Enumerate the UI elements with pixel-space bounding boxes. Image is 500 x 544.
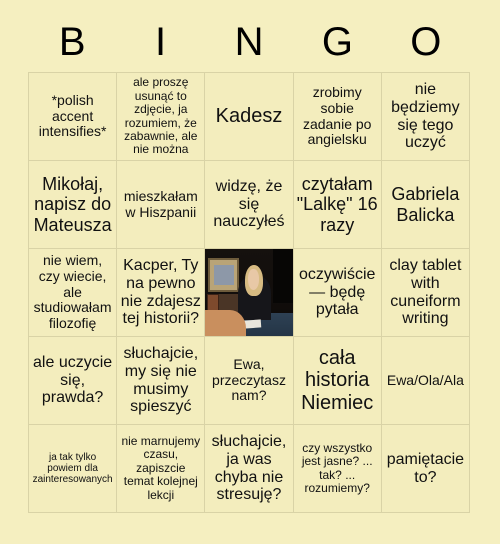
photo-dark-panel (273, 249, 293, 303)
bingo-cell-text: słuchajcie, ja was chyba nie stresuję? (211, 432, 287, 504)
bingo-header: B I N G O (28, 14, 470, 70)
bingo-cell-b2[interactable]: Mikołaj, napisz do Mateusza (29, 161, 118, 249)
photo-papers (243, 319, 262, 329)
bingo-cell-g1[interactable]: zrobimy sobie zadanie po angielsku (293, 73, 382, 161)
photo-table-front (205, 309, 246, 336)
bingo-cell-text: Ewa, przeczytasz nam? (212, 355, 286, 404)
bingo-cell-b5[interactable]: ja tak tylko powiem dla zainteresowanych (29, 425, 118, 513)
bingo-cell-n4[interactable]: Ewa, przeczytasz nam? (205, 337, 294, 425)
bingo-cell-b1[interactable]: *polish accent intensifies* (29, 73, 118, 161)
bingo-cell-i2[interactable]: mieszkałam w Hiszpanii (117, 161, 206, 249)
bingo-letter-b: B (58, 20, 86, 64)
bingo-cell-o5[interactable]: pamiętacie to? (381, 425, 470, 513)
photo-framed-picture (208, 257, 240, 293)
bingo-cell-text: pamiętacie to? (386, 450, 465, 486)
bingo-cell-g3[interactable]: oczywiście — będę pytała (293, 249, 382, 337)
bingo-cell-o3[interactable]: clay tablet with cuneiform writing (381, 249, 470, 337)
bingo-cell-text: oczywiście — będę pytała (298, 265, 376, 319)
bingo-cell-text: nie wiem, czy wiecie, ale studiowałam fi… (33, 252, 112, 331)
bingo-cell-text: czytałam "Lalkę" 16 razy (296, 174, 378, 235)
bingo-cell-g2[interactable]: czytałam "Lalkę" 16 razy (293, 161, 382, 249)
bingo-cell-text: Kacper, Ty na pewno nie zdajesz tej hist… (120, 256, 201, 328)
bingo-cell-text: *polish accent intensifies* (38, 91, 107, 140)
bingo-cell-text: zrobimy sobie zadanie po angielsku (302, 84, 372, 148)
bingo-cell-b3[interactable]: nie wiem, czy wiecie, ale studiowałam fi… (29, 249, 118, 337)
bingo-cell-text: Gabriela Balicka (391, 184, 460, 225)
bingo-letter-n: N (234, 20, 264, 64)
bingo-cell-i5[interactable]: nie marnujemy czasu, zapiszcie temat kol… (117, 425, 206, 513)
bingo-cell-n2[interactable]: widzę, że się nauczyłeś (205, 161, 294, 249)
bingo-letter-i: I (155, 20, 167, 64)
bingo-cell-text: Ewa/Ola/Ala (386, 371, 464, 388)
bingo-cell-text: ale uczycie się, prawda? (33, 353, 113, 407)
bingo-cell-o4[interactable]: Ewa/Ola/Ala (381, 337, 470, 425)
bingo-cell-i1[interactable]: ale proszę usunąć to zdjęcie, ja rozumie… (117, 73, 206, 161)
bingo-card: B I N G O *polish accent intensifies* al… (0, 0, 500, 544)
bingo-cell-g5[interactable]: czy wszystko jest jasne? ... tak? ... ro… (293, 425, 382, 513)
bingo-cell-n3[interactable] (205, 249, 294, 337)
bingo-cell-i3[interactable]: Kacper, Ty na pewno nie zdajesz tej hist… (117, 249, 206, 337)
bingo-cell-n1[interactable]: Kadesz (205, 73, 294, 161)
bingo-cell-n5[interactable]: słuchajcie, ja was chyba nie stresuję? (205, 425, 294, 513)
seated-woman-photo (205, 249, 293, 336)
bingo-cell-text: widzę, że się nauczyłeś (213, 177, 285, 231)
bingo-letter-o: O (410, 20, 442, 64)
bingo-cell-o2[interactable]: Gabriela Balicka (381, 161, 470, 249)
bingo-cell-text: ja tak tylko powiem dla zainteresowanych (32, 451, 113, 486)
bingo-cell-text: nie marnujemy czasu, zapiszcie temat kol… (121, 433, 201, 502)
bingo-cell-text: nie będziemy się tego uczyć (391, 80, 460, 152)
bingo-letter-g: G (321, 20, 353, 64)
bingo-cell-o1[interactable]: nie będziemy się tego uczyć (381, 73, 470, 161)
bingo-cell-text: cała historia Niemiec (301, 346, 374, 414)
bingo-cell-text: mieszkałam w Hiszpanii (123, 187, 198, 220)
bingo-cell-b4[interactable]: ale uczycie się, prawda? (29, 337, 118, 425)
bingo-cell-text: ale proszę usunąć to zdjęcie, ja rozumie… (124, 75, 198, 157)
bingo-cell-text: clay tablet with cuneiform writing (389, 256, 462, 328)
bingo-cell-text: słuchajcie, my się nie musimy spieszyć (123, 344, 199, 416)
bingo-grid: *polish accent intensifies* ale proszę u… (28, 72, 470, 513)
bingo-cell-i4[interactable]: słuchajcie, my się nie musimy spieszyć (117, 337, 206, 425)
bingo-cell-text: Kadesz (215, 105, 283, 128)
bingo-cell-text: czy wszystko jest jasne? ... tak? ... ro… (301, 440, 373, 495)
bingo-cell-text: Mikołaj, napisz do Mateusza (33, 174, 112, 235)
bingo-cell-g4[interactable]: cała historia Niemiec (293, 337, 382, 425)
